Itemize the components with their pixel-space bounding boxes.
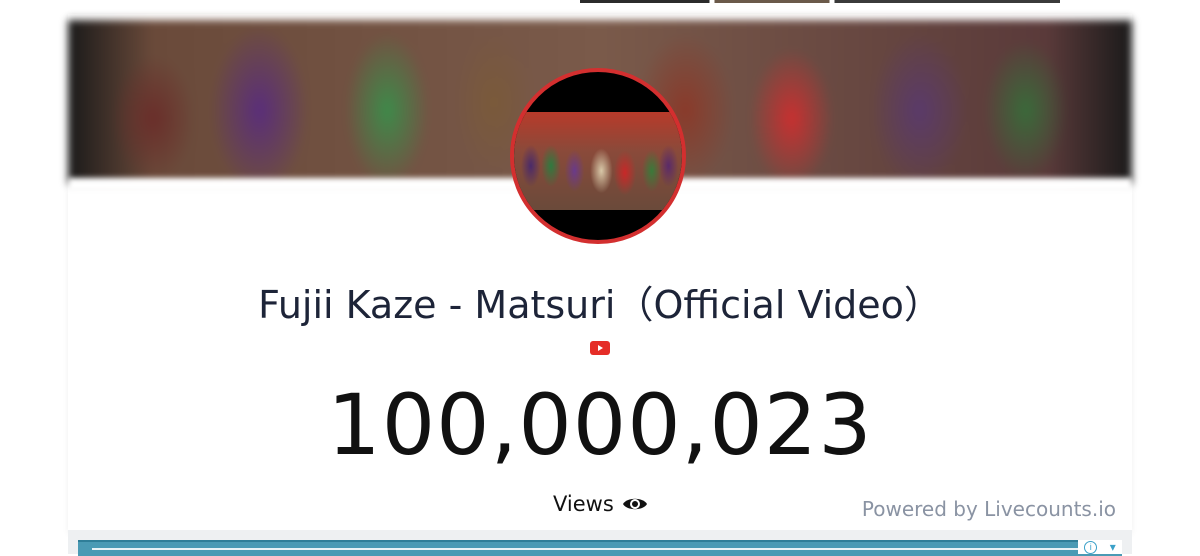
ad-close-icon[interactable]: ▾ [1110, 540, 1116, 554]
powered-by-link[interactable]: Powered by Livecounts.io [862, 497, 1116, 521]
views-label-row: Views [553, 490, 648, 518]
eye-icon [622, 498, 647, 510]
top-thumbnail-strip [580, 0, 1060, 3]
ad-divider [92, 548, 1082, 550]
thumbnail-image [514, 112, 682, 210]
view-counter: 100,000,023 [327, 376, 873, 474]
youtube-icon[interactable] [590, 341, 610, 355]
info-icon[interactable]: i [1084, 540, 1098, 554]
video-thumbnail-avatar[interactable] [510, 68, 686, 244]
ad-choices[interactable]: i ▾ [1078, 540, 1122, 554]
views-label: Views [553, 492, 614, 516]
video-title: Fujii Kaze - Matsuri（Official Video） [258, 283, 942, 327]
